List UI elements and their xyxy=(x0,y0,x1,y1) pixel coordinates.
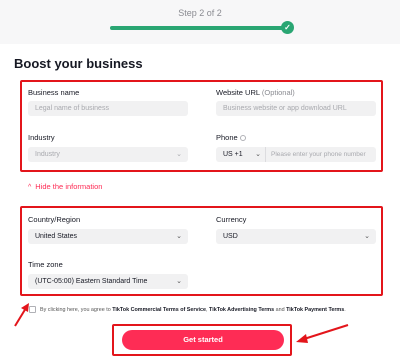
chevron-down-icon: ⌄ xyxy=(176,233,182,240)
hide-information-link[interactable]: ^ Hide the information xyxy=(28,182,102,191)
phone-label: Phone xyxy=(216,133,246,142)
phone-country-code-select[interactable]: US +1 ⌄ xyxy=(216,147,266,162)
check-icon: ✓ xyxy=(281,21,294,34)
progress-header xyxy=(0,0,400,44)
website-url-input[interactable]: Business website or app download URL xyxy=(216,101,376,116)
arrow-to-checkbox-icon xyxy=(14,303,29,327)
phone-label-text: Phone xyxy=(216,133,238,142)
business-name-input[interactable]: Legal name of business xyxy=(28,101,188,116)
arrow-to-button-icon xyxy=(296,324,349,343)
currency-select[interactable]: USD ⌄ xyxy=(216,229,376,244)
website-url-label-text: Website URL xyxy=(216,88,260,97)
country-region-select[interactable]: United States ⌄ xyxy=(28,229,188,244)
time-zone-value: (UTC-05:00) Eastern Standard Time xyxy=(35,278,148,285)
chevron-down-icon: ⌄ xyxy=(176,151,182,158)
chevron-down-icon: ⌄ xyxy=(255,151,261,158)
time-zone-label: Time zone xyxy=(28,260,63,269)
business-name-label: Business name xyxy=(28,88,80,97)
hide-information-label: Hide the information xyxy=(35,182,103,191)
currency-label: Currency xyxy=(216,215,247,224)
country-region-label: Country/Region xyxy=(28,215,81,224)
progress-fill xyxy=(110,26,284,30)
industry-placeholder: Industry xyxy=(35,151,60,158)
phone-code-value: US +1 xyxy=(223,151,243,158)
industry-label: Industry xyxy=(28,133,55,142)
industry-select[interactable]: Industry ⌄ xyxy=(28,147,188,162)
consent-prefix: By clicking here, you agree to xyxy=(40,307,113,313)
terms-consent-text: By clicking here, you agree to TikTok Co… xyxy=(40,306,380,314)
advertising-terms-link[interactable]: TikTok Advertising Terms xyxy=(209,307,274,313)
website-optional-hint: (Optional) xyxy=(261,88,295,97)
info-icon xyxy=(239,135,246,142)
country-region-value: United States xyxy=(35,233,78,240)
consent-suffix: . xyxy=(344,307,346,313)
website-url-label: Website URL (Optional) xyxy=(216,88,295,97)
page-title: Boost your business xyxy=(14,56,143,71)
get-started-button[interactable]: Get started xyxy=(122,330,284,350)
currency-value: USD xyxy=(223,233,238,240)
payment-terms-link[interactable]: TikTok Payment Terms xyxy=(286,307,344,313)
commercial-terms-link[interactable]: TikTok Commercial Terms of Service xyxy=(112,307,206,313)
chevron-down-icon: ⌄ xyxy=(364,233,370,240)
consent-sep-2: and xyxy=(274,307,287,313)
chevron-down-icon: ⌄ xyxy=(176,278,182,285)
chevron-up-icon: ^ xyxy=(28,184,32,191)
step-label: Step 2 of 2 xyxy=(178,8,222,18)
progress-bar xyxy=(110,26,284,30)
phone-number-input[interactable]: Please enter your phone number xyxy=(266,147,376,162)
time-zone-select[interactable]: (UTC-05:00) Eastern Standard Time ⌄ xyxy=(28,274,188,289)
